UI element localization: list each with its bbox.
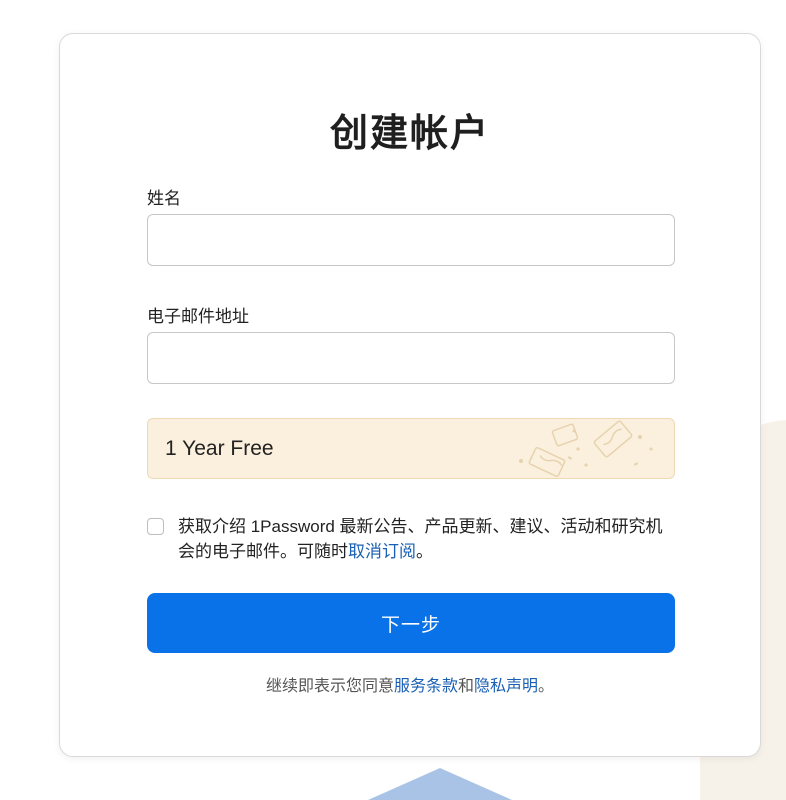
consent-end: 。	[416, 542, 433, 561]
background-shape	[350, 768, 530, 800]
name-field[interactable]	[147, 214, 675, 266]
terms-end: 。	[538, 678, 555, 695]
terms-and: 和	[457, 678, 474, 695]
newsletter-checkbox[interactable]	[147, 518, 164, 535]
unsubscribe-link[interactable]: 取消订阅	[348, 542, 416, 561]
email-label: 电子邮件地址	[147, 307, 249, 326]
terms-prefix: 继续即表示您同意	[265, 678, 394, 695]
promo-text: 1 Year Free	[165, 437, 274, 460]
newsletter-consent: 获取介绍 1Password 最新公告、产品更新、建议、活动和研究机会的电子邮件…	[178, 514, 678, 564]
privacy-notice-link[interactable]: 隐私声明	[474, 678, 538, 695]
ticket-confetti-icon	[519, 420, 653, 478]
terms-of-service-link[interactable]: 服务条款	[394, 678, 458, 695]
email-field[interactable]	[147, 332, 675, 384]
page: 创建帐户 姓名 电子邮件地址 1 Year Free 获取介绍 1Passwor…	[0, 0, 786, 800]
next-button[interactable]: 下一步	[147, 593, 675, 653]
name-label: 姓名	[147, 189, 181, 208]
promo-banner: 1 Year Free	[147, 418, 675, 479]
signup-card: 创建帐户 姓名 电子邮件地址 1 Year Free 获取介绍 1Passwor…	[59, 33, 761, 757]
page-title: 创建帐户	[329, 113, 490, 155]
terms-notice: 继续即表示您同意服务条款和隐私声明。	[60, 672, 760, 696]
